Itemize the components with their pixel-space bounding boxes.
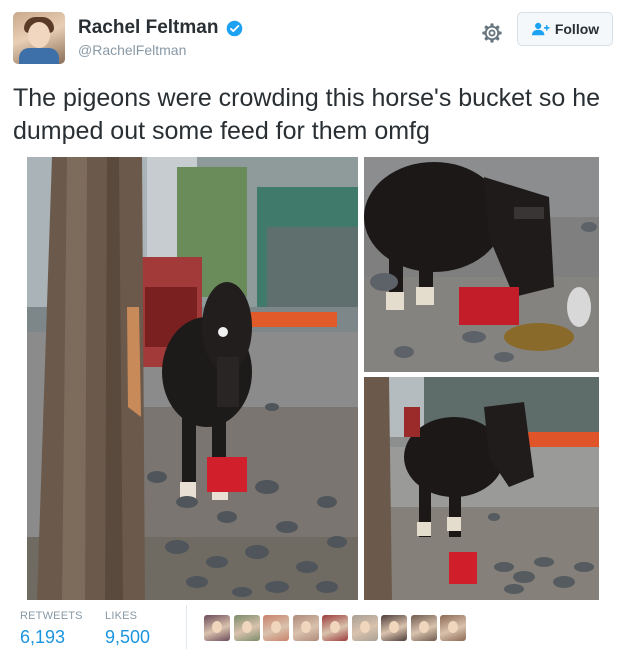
liker-avatar-face: [271, 621, 281, 633]
avatar[interactable]: [13, 12, 65, 64]
avatar-shirt: [19, 48, 59, 64]
liker-avatar-face: [359, 621, 370, 633]
user-handle[interactable]: @RachelFeltman: [78, 42, 243, 58]
add-user-icon: [531, 22, 550, 36]
liker-avatar[interactable]: [204, 615, 230, 641]
photo-grid: [27, 157, 599, 600]
liker-avatar[interactable]: [263, 615, 289, 641]
follow-label: Follow: [554, 21, 600, 37]
liker-avatar[interactable]: [381, 615, 407, 641]
liker-avatar-face: [418, 621, 429, 633]
photo-horse-feeding-image: [364, 157, 599, 372]
liker-avatar[interactable]: [322, 615, 348, 641]
liker-avatar-face: [330, 621, 340, 633]
avatar-face: [28, 22, 50, 48]
follow-button[interactable]: Follow: [517, 12, 613, 46]
retweets-stat[interactable]: RETWEETS 6,193: [20, 610, 100, 648]
stats-divider: [186, 605, 187, 649]
verified-badge-icon: [226, 20, 243, 36]
liker-avatar[interactable]: [351, 615, 378, 641]
liker-avatar[interactable]: [440, 615, 466, 641]
photo-horse-tree[interactable]: [27, 157, 358, 600]
liker-avatar[interactable]: [292, 615, 319, 641]
gear-icon[interactable]: [481, 22, 503, 44]
tweet-text: The pigeons were crowding this horse's b…: [13, 84, 601, 145]
liker-avatar[interactable]: [410, 615, 437, 641]
retweets-label: RETWEETS: [20, 610, 83, 622]
liker-avatar-face: [300, 621, 311, 633]
liker-avatar-face: [212, 621, 222, 633]
photo-horse-street[interactable]: [364, 377, 599, 600]
liker-avatar[interactable]: [233, 615, 260, 641]
liker-avatar-face: [389, 621, 399, 633]
photo-horse-feeding[interactable]: [364, 157, 599, 372]
photo-horse-street-image: [364, 377, 599, 600]
liker-avatar-face: [448, 621, 458, 633]
likes-count: 9,500: [105, 627, 151, 647]
liker-avatar-face: [241, 621, 252, 633]
photo-horse-tree-image: [27, 157, 358, 600]
tweet-header: Rachel Feltman @RachelFeltman Follow: [13, 12, 613, 64]
likes-label: LIKES: [105, 610, 138, 622]
retweets-count: 6,193: [20, 627, 66, 647]
user-info: Rachel Feltman @RachelFeltman: [78, 17, 243, 58]
likes-stat[interactable]: LIKES 9,500: [105, 610, 185, 648]
display-name[interactable]: Rachel Feltman: [78, 17, 218, 39]
